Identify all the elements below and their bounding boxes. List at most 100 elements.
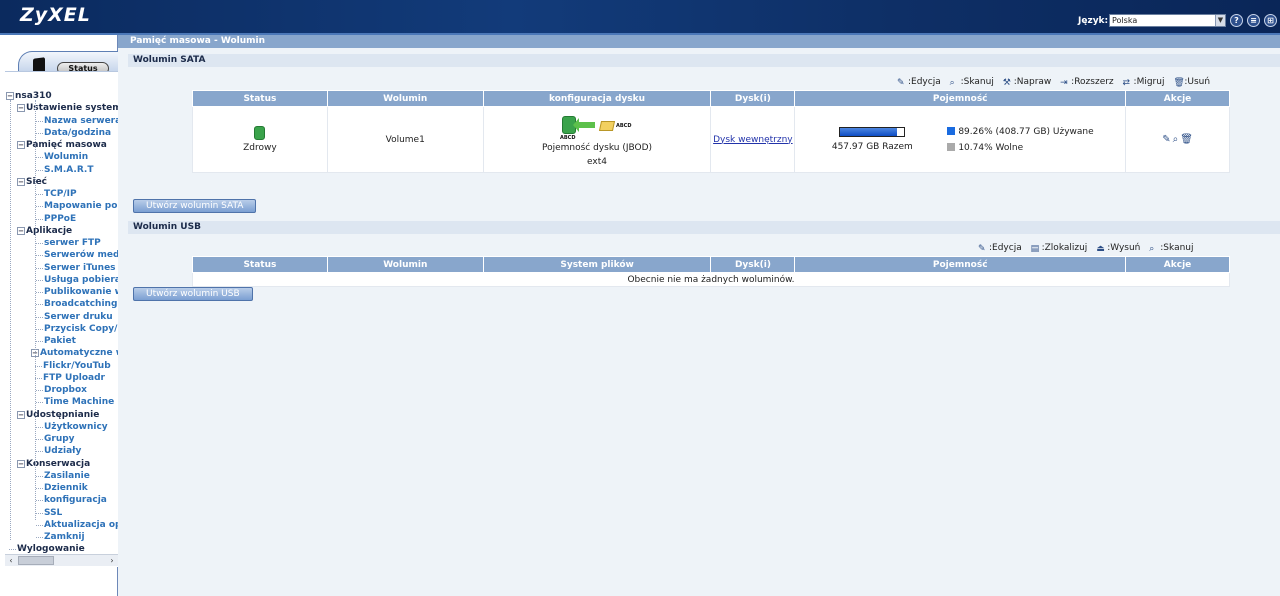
capacity-free: 10.74% Wolne [958, 142, 1024, 153]
tree-root-nsa310[interactable]: − nsa310 [6, 90, 52, 102]
sidebar-item-serwer-itunes[interactable]: Serwer iTunes [44, 262, 116, 274]
sata-volume-table: Status Wolumin konfiguracja dysku Dysk(i… [192, 90, 1230, 173]
scrollbar-thumb[interactable] [18, 556, 54, 565]
col-status: Status [192, 256, 328, 273]
sidebar-item-data-godzina[interactable]: Data/godzina [44, 127, 111, 139]
sidebar-item-label: Broadcatching [44, 299, 118, 310]
sidebar-item-przycisk-copy-s[interactable]: Przycisk Copy/S [44, 323, 118, 335]
sidebar-item-flickr-youtub[interactable]: Flickr/YouTub [43, 360, 111, 372]
capacity-total: 457.97 GB Razem [831, 142, 913, 153]
sidebar-item-ustawienie-systemu[interactable]: − Ustawienie systemu [17, 102, 118, 114]
logout-icon[interactable]: ⊞ [1264, 14, 1277, 27]
sidebar-item-użytkownicy[interactable]: Użytkownicy [44, 421, 108, 433]
collapse-icon[interactable]: − [17, 141, 25, 149]
sidebar-item-dziennik[interactable]: Dziennik [44, 482, 88, 494]
sata-scan-action[interactable]: ⌕:Skanuj [950, 77, 994, 88]
sidebar-item-label: Time Machine [44, 397, 115, 408]
sidebar-item-mapowanie-portów[interactable]: Mapowanie portów [44, 200, 118, 212]
tree-connector [36, 292, 43, 293]
col-status: Status [192, 90, 328, 107]
usb-eject-action[interactable]: ⏏:Wysuń [1096, 243, 1140, 254]
create-sata-volume-button[interactable]: Utwórz wolumin SATA [133, 199, 257, 213]
sidebar-item-label: Ustawienie systemu [26, 103, 118, 114]
sata-repair-action[interactable]: ⚒:Napraw [1003, 77, 1052, 88]
sidebar-item-pamięć-masowa[interactable]: − Pamięć masowa [17, 139, 107, 151]
sidebar-item-zasilanie[interactable]: Zasilanie [44, 470, 90, 482]
free-legend-icon [947, 142, 956, 151]
sidebar-item-label: TCP/IP [44, 189, 77, 199]
help-icon[interactable]: ? [1230, 14, 1243, 27]
sidebar-item-serwer-druku[interactable]: Serwer druku [44, 311, 113, 323]
scroll-left-icon[interactable]: ‹ [5, 555, 17, 566]
collapse-icon[interactable]: − [17, 226, 25, 235]
sidebar-item-nazwa-serwera[interactable]: Nazwa serwera [44, 115, 118, 127]
sidebar-item-pakiet[interactable]: Pakiet [44, 335, 76, 347]
sata-delete-action[interactable]: 🗑:Usuń [1173, 77, 1210, 88]
scan-icon[interactable]: ⌕ [1173, 134, 1179, 145]
sidebar-item-serwerów-medió[interactable]: Serwerów medió [44, 249, 118, 261]
usb-edit-action[interactable]: ✎:Edycja [978, 243, 1022, 254]
collapse-icon[interactable]: − [17, 177, 25, 186]
collapse-icon[interactable]: − [17, 459, 25, 468]
empty-volumes-message: Obecnie nie ma żadnych woluminów. [192, 272, 1230, 287]
sidebar-item-ftp-uploadr[interactable]: FTP Uploadr [43, 372, 105, 384]
sidebar-item-aplikacje[interactable]: − Aplikacje [17, 225, 72, 237]
collapse-icon[interactable]: − [17, 410, 25, 419]
sidebar-item-konfiguracja[interactable]: konfiguracja [44, 494, 107, 506]
expand-icon: ⇥ [1060, 78, 1068, 88]
internal-disk-link[interactable]: Dysk wewnętrzny [713, 135, 793, 145]
locate-icon: ▤ [1030, 244, 1040, 254]
language-select[interactable]: Polska ▼ [1109, 14, 1226, 27]
sidebar-item-ssl[interactable]: SSL [44, 507, 62, 519]
sidebar-item-sieć[interactable]: − Sieć [17, 176, 47, 188]
sidebar-item-label: Dropbox [44, 385, 87, 395]
tree-connector [36, 316, 43, 318]
tree-connector [36, 120, 43, 122]
sidebar-item-label: PPPoE [44, 213, 77, 224]
usb-scan-action[interactable]: ⌕:Skanuj [1149, 243, 1193, 254]
folder-icon [598, 121, 616, 131]
disks-cell: Dysk wewnętrzny [710, 106, 796, 173]
sidebar-item-grupy[interactable]: Grupy [44, 433, 75, 445]
tree-guide [35, 100, 36, 520]
sidebar-item-serwer-ftp[interactable]: serwer FTP [44, 237, 101, 249]
sidebar-item-konserwacja[interactable]: − Konserwacja [17, 458, 90, 470]
sidebar-item-label: S.M.A.R.T [44, 164, 94, 175]
sata-migrate-action[interactable]: ⇄:Migruj [1123, 77, 1165, 88]
sidebar-item-usługa-pobierania[interactable]: Usługa pobierania [44, 274, 118, 286]
sidebar-item-time-machine[interactable]: Time Machine [44, 396, 114, 408]
tree-connector [36, 206, 43, 208]
table-row[interactable]: Zdrowy Volume1 ABCD ABCD Pojemność dysku… [192, 106, 1230, 173]
sidebar-item-wolumin[interactable]: Wolumin [44, 151, 88, 163]
sidebar-item-label: Automatyczne w [40, 348, 118, 359]
sidebar-item-label: konfiguracja [44, 495, 107, 506]
sidebar-item-label: Użytkownicy [44, 421, 108, 432]
sidebar-item-broadcatching[interactable]: Broadcatching [44, 298, 117, 310]
scroll-right-icon[interactable]: › [106, 555, 118, 566]
sidebar-item-publikowanie-w-s[interactable]: Publikowanie w s [44, 286, 118, 298]
horizontal-scrollbar[interactable]: ‹ › [5, 554, 118, 566]
collapse-icon[interactable]: − [17, 104, 25, 113]
create-usb-volume-button[interactable]: Utwórz wolumin USB [133, 287, 253, 301]
collapse-icon[interactable]: − [6, 92, 14, 100]
sata-edit-action[interactable]: ✎:Edycja [897, 77, 941, 88]
sata-expand-action[interactable]: ⇥:Rozszerz [1060, 77, 1114, 88]
sitemap-icon[interactable]: ≡ [1247, 14, 1260, 27]
sidebar-item-tcp-ip[interactable]: TCP/IP [44, 188, 77, 200]
sidebar-item-automatyczne-w[interactable]: − Automatyczne w [31, 347, 118, 359]
sidebar-item-label: Mapowanie portów [44, 201, 118, 212]
usb-locate-action[interactable]: ▤:Zlokalizuj [1031, 243, 1088, 254]
sidebar-item-pppoe[interactable]: PPPoE [44, 213, 76, 225]
tree-connector [36, 512, 43, 514]
sidebar-item-dropbox[interactable]: Dropbox [44, 384, 87, 396]
sidebar-item-aktualizacja-oprogr[interactable]: Aktualizacja oprogr [44, 519, 118, 531]
sidebar-item-zamknij[interactable]: Zamknij [44, 531, 85, 543]
sidebar-item-udostępnianie[interactable]: − Udostępnianie [17, 409, 99, 421]
header-bar: ZyXEL Język: Polska ▼ ? ≡ ⊞ [0, 0, 1280, 35]
sidebar-item-udziały[interactable]: Udziały [44, 445, 81, 457]
delete-icon[interactable]: 🗑 [1180, 134, 1193, 145]
scan-icon: ⌕ [949, 78, 955, 88]
edit-icon[interactable]: ✎ [1162, 134, 1170, 145]
sidebar-item-s-m-a-r-t[interactable]: S.M.A.R.T [44, 164, 93, 176]
sidebar-item-label: Aplikacje [26, 225, 73, 236]
